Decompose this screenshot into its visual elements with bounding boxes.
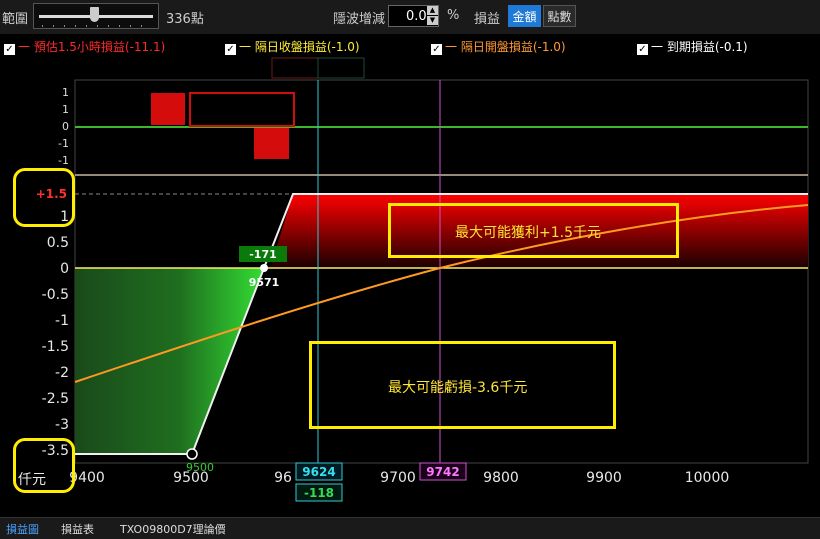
- y-tick: -3: [55, 417, 69, 433]
- y-tick: -0.5: [42, 287, 69, 303]
- top-y-tick: 0: [62, 120, 69, 133]
- breakeven-value: -171: [249, 248, 277, 261]
- endpoint-marker: [186, 448, 198, 460]
- bottom-tabs: 損益圖 損益表 TXO09800D7理論價: [0, 517, 820, 539]
- top-marker-teal: [317, 57, 365, 79]
- top-marker-red: [271, 57, 319, 79]
- y-tick: -1.5: [42, 339, 69, 355]
- loss-area: [75, 268, 264, 454]
- cursor-cyan-value-label: -118: [304, 486, 334, 500]
- breakeven-marker: [260, 264, 268, 272]
- tab-pl-chart[interactable]: 損益圖: [6, 521, 39, 537]
- tab-theoretical-price[interactable]: TXO09800D7理論價: [120, 521, 226, 537]
- y-tick: -2.5: [42, 391, 69, 407]
- x-tick: 10000: [685, 470, 730, 486]
- y-tick: 0: [60, 261, 69, 277]
- cursor-cyan-x-label: 9624: [302, 465, 335, 479]
- payoff-chart: 1 1 0 -1 -1 9500 -171 9571 1 0.5 0 -0.5 …: [18, 57, 809, 502]
- y-tick: 0.5: [47, 235, 69, 251]
- top-bar-filled: [151, 93, 185, 125]
- max-profit-text: 最大可能獲利+1.5千元: [455, 225, 601, 241]
- x-tick: 9700: [380, 470, 416, 486]
- y-tick: -1: [55, 313, 69, 329]
- x-tick: 9900: [586, 470, 622, 486]
- top-y-tick: 1: [62, 86, 69, 99]
- top-bar-negative: [254, 128, 289, 159]
- breakeven-x-label: 9571: [249, 276, 280, 289]
- top-y-tick: 1: [62, 103, 69, 116]
- top-y-tick: -1: [58, 154, 69, 167]
- cursor-pink-x-label: 9742: [426, 465, 459, 479]
- tab-pl-table[interactable]: 損益表: [61, 521, 94, 537]
- y-tick: -2: [55, 365, 69, 381]
- y-max-highlight: [13, 168, 75, 227]
- y-unit-highlight: [13, 438, 75, 493]
- x-tick: 96: [274, 470, 292, 486]
- max-loss-text: 最大可能虧損-3.6千元: [388, 380, 528, 396]
- top-bar-outline: [189, 92, 295, 127]
- top-y-tick: -1: [58, 137, 69, 150]
- x-tick: 9800: [483, 470, 519, 486]
- x-tick: 9500: [173, 470, 209, 486]
